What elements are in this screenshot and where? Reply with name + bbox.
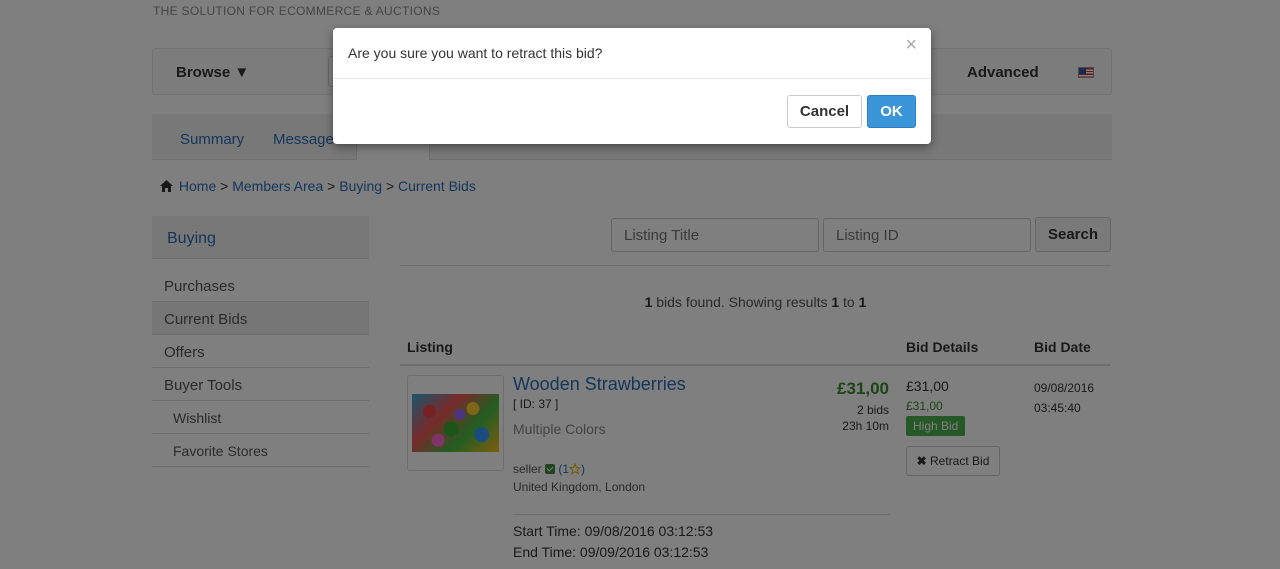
cancel-button[interactable]: Cancel xyxy=(787,95,862,128)
close-icon[interactable]: × xyxy=(905,34,917,57)
confirm-message: Are you sure you want to retract this bi… xyxy=(348,45,603,61)
confirm-dialog: Are you sure you want to retract this bi… xyxy=(333,28,931,144)
ok-button[interactable]: OK xyxy=(867,95,916,128)
modal-divider xyxy=(333,78,931,79)
